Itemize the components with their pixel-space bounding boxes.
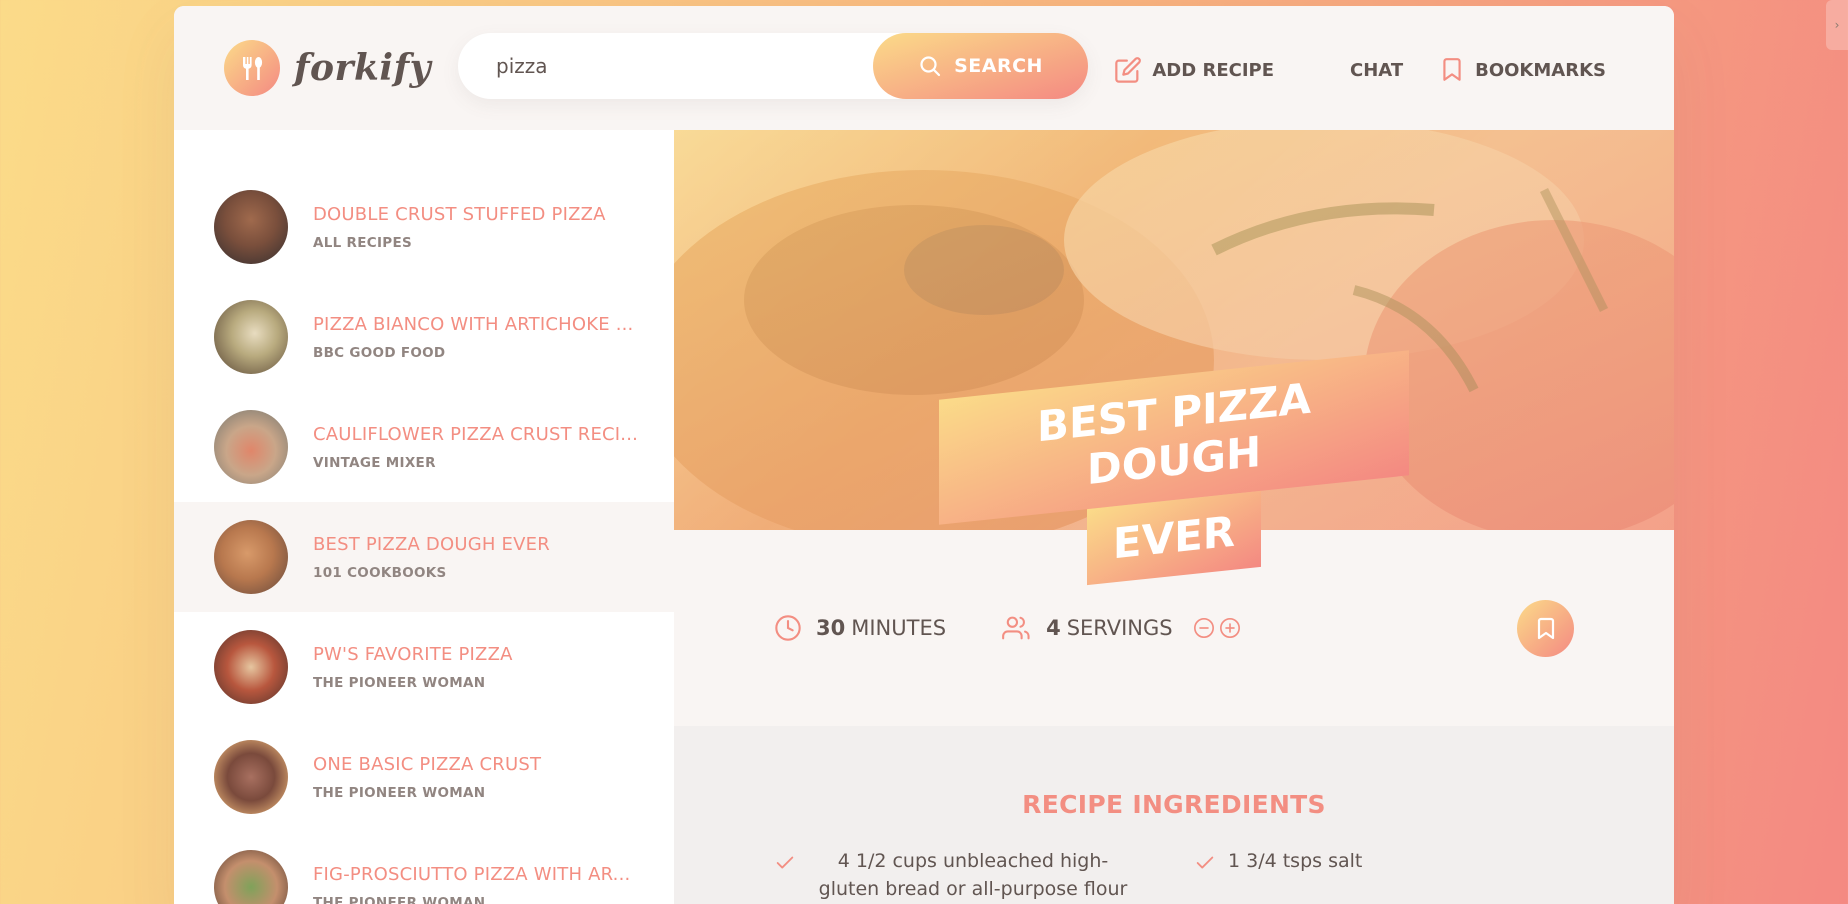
ingredient-list: 4 1/2 cups unbleached high-gluten bread o… [774,848,1614,903]
result-publisher: THE PIONEER WOMAN [313,894,486,904]
result-item[interactable]: ONE BASIC PIZZA CRUST THE PIONEER WOMAN [174,722,674,832]
search-icon [920,56,941,77]
result-publisher: THE PIONEER WOMAN [313,674,486,691]
ingredient-quantity: 4 1/2 [837,850,887,872]
bookmark-icon [1537,617,1554,639]
result-publisher: 101 COOKBOOKS [313,564,447,581]
decrease-servings-button[interactable] [1193,617,1215,639]
result-title: PW'S FAVORITE PIZZA [313,643,513,665]
result-item[interactable]: PIZZA BIANCO WITH ARTICHOKE ... BBC GOOD… [174,282,674,392]
recipe-view: BEST PIZZA DOUGH EVER 30 MINUTES 4 SERVI… [674,130,1674,904]
recipe-ingredients: RECIPE INGREDIENTS 4 1/2 cups unbleached … [674,726,1674,904]
search-button[interactable]: SEARCH [873,33,1088,99]
header: forkify SEARCH ADD RECIPE CHAT [174,6,1674,130]
result-title: BEST PIZZA DOUGH EVER [313,533,550,555]
minus-circle-icon [1193,618,1214,638]
cooking-time-unit: MINUTES [851,616,947,640]
chat-button[interactable]: CHAT [1332,50,1421,90]
servings: 4 SERVINGS [1002,614,1241,642]
servings-value: 4 [1046,616,1061,640]
check-icon [774,852,796,903]
ingredient-quantity: 1 3/4 [1228,850,1277,872]
result-item[interactable]: CAULIFLOWER PIZZA CRUST RECI... VINTAGE … [174,392,674,502]
app-container: forkify SEARCH ADD RECIPE CHAT [174,6,1674,904]
bookmarks-label: BOOKMARKS [1475,59,1606,81]
result-thumbnail [214,630,288,704]
result-thumbnail [214,850,288,904]
collapse-tab[interactable]: › [1826,0,1848,50]
result-thumbnail [214,300,288,374]
result-title: DOUBLE CRUST STUFFED PIZZA [313,203,606,225]
main-nav: ADD RECIPE CHAT BOOKMARKS [1096,50,1624,90]
result-title: FIG-PROSCIUTTO PIZZA WITH AR... [313,863,631,885]
result-item[interactable]: FIG-PROSCIUTTO PIZZA WITH AR... THE PION… [174,832,674,904]
chat-label: CHAT [1350,59,1404,81]
logo[interactable]: forkify [224,40,431,96]
add-recipe-label: ADD RECIPE [1152,59,1275,81]
ingredient-item: 4 1/2 cups unbleached high-gluten bread o… [774,848,1194,903]
result-thumbnail [214,410,288,484]
bookmarks-button[interactable]: BOOKMARKS [1421,50,1624,90]
result-publisher: BBC GOOD FOOD [313,344,446,361]
result-item[interactable]: DOUBLE CRUST STUFFED PIZZA ALL RECIPES [174,172,674,282]
result-publisher: ALL RECIPES [313,234,413,251]
clock-icon [774,614,802,642]
bookmark-icon [1443,58,1461,81]
cooking-time: 30 MINUTES [774,614,946,642]
ingredients-heading: RECIPE INGREDIENTS [1022,790,1326,819]
bookmark-recipe-button[interactable] [1517,600,1574,657]
servings-controls [1193,617,1241,639]
result-publisher: VINTAGE MIXER [313,454,436,471]
result-thumbnail [214,190,288,264]
users-icon [1002,614,1032,642]
result-title: PIZZA BIANCO WITH ARTICHOKE ... [313,313,634,335]
add-recipe-button[interactable]: ADD RECIPE [1096,50,1292,90]
logo-text: forkify [294,47,431,89]
result-thumbnail [214,520,288,594]
result-title: ONE BASIC PIZZA CRUST [313,753,542,775]
ingredient-item: 1 3/4 tsps salt [1194,848,1614,903]
plus-circle-icon [1219,618,1240,638]
ingredient-description: tsps salt [1282,850,1363,872]
search-form: SEARCH [458,33,1088,99]
check-icon [1194,852,1216,903]
edit-icon [1115,57,1142,83]
result-title: CAULIFLOWER PIZZA CRUST RECI... [313,423,639,445]
result-item-active[interactable]: BEST PIZZA DOUGH EVER 101 COOKBOOKS [174,502,674,612]
result-item[interactable]: PW'S FAVORITE PIZZA THE PIONEER WOMAN [174,612,674,722]
increase-servings-button[interactable] [1219,617,1241,639]
result-publisher: THE PIONEER WOMAN [313,784,486,801]
servings-unit: SERVINGS [1066,616,1173,640]
result-thumbnail [214,740,288,814]
search-button-label: SEARCH [954,55,1043,77]
search-input[interactable] [458,33,873,99]
search-results: DOUBLE CRUST STUFFED PIZZA ALL RECIPES P… [174,130,674,904]
fork-spoon-icon [224,40,280,96]
cooking-time-value: 30 [816,616,846,640]
